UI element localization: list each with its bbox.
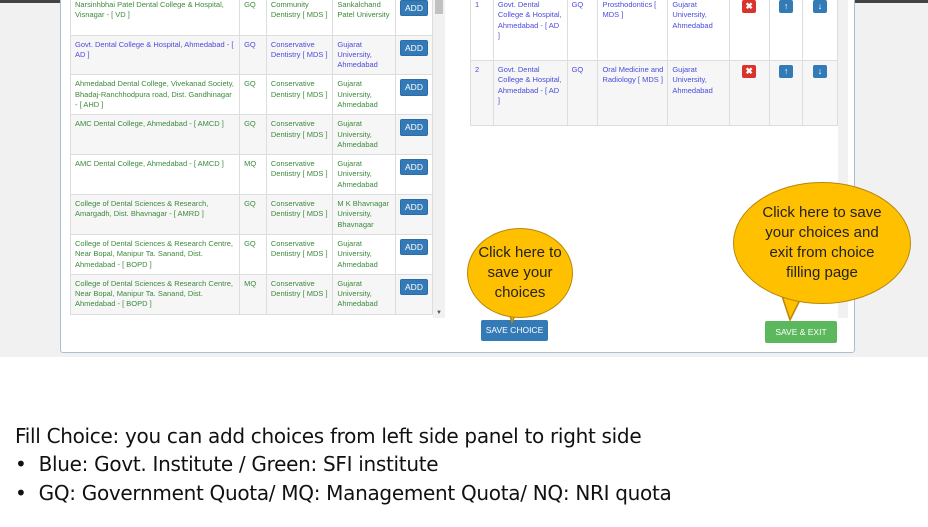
bullet-text: GQ: Government Quota/ MQ: Management Quo… (38, 481, 672, 505)
save-choice-callout: Click here to save your choices (467, 228, 573, 318)
callout-tails (503, 289, 807, 325)
caption-title: Fill Choice: you can add choices from le… (15, 424, 642, 448)
caption-bullet: • Blue: Govt. Institute / Green: SFI ins… (15, 452, 439, 476)
save-exit-callout: Click here to save your choices and exit… (733, 182, 911, 304)
bullet-text: Blue: Govt. Institute / Green: SFI insti… (38, 452, 439, 476)
screenshot: Narsinhbhai Patel Dental College & Hospi… (0, 0, 928, 357)
caption-bullet: • GQ: Government Quota/ MQ: Management Q… (15, 481, 672, 505)
